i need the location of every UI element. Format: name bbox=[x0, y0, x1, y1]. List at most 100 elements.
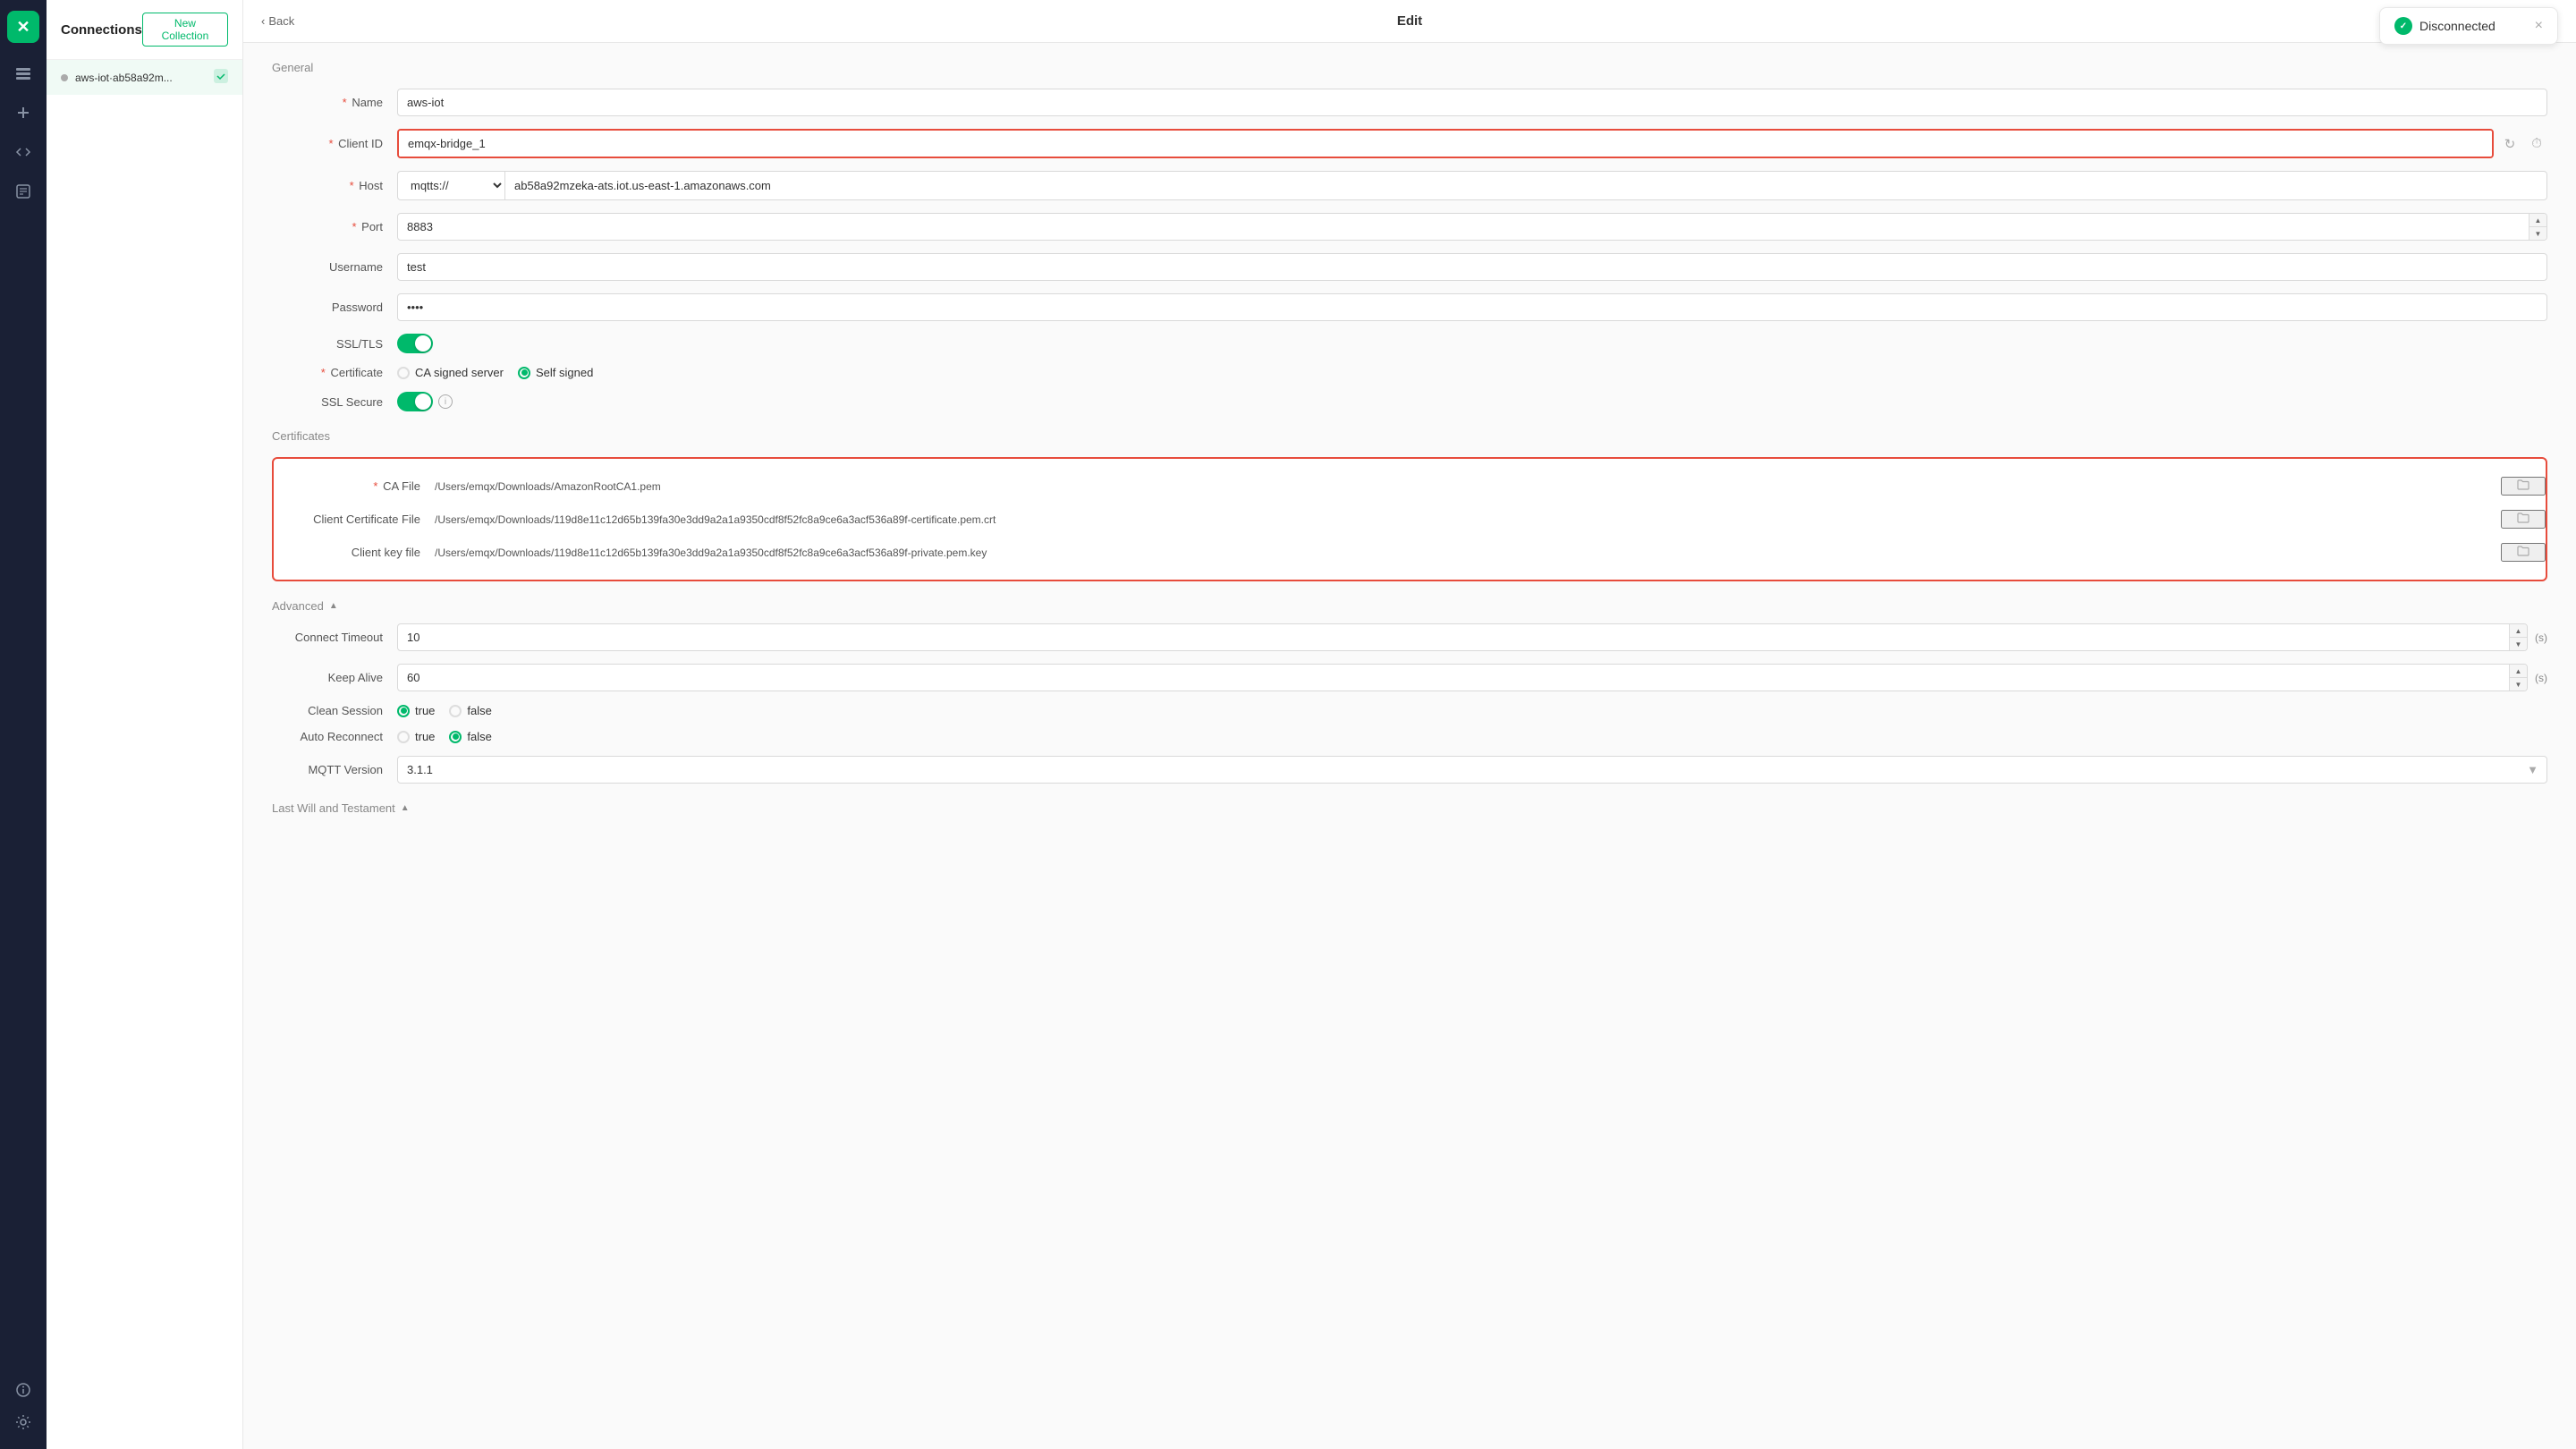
form-area: General * Name * Client ID ↻ ⏱ bbox=[243, 43, 2576, 1449]
new-collection-button[interactable]: New Collection bbox=[142, 13, 228, 47]
name-label: * Name bbox=[272, 96, 397, 109]
connections-icon bbox=[15, 65, 31, 81]
port-down-button[interactable]: ▼ bbox=[2529, 227, 2546, 240]
sidebar-item-connections[interactable] bbox=[7, 57, 39, 89]
port-input-wrapper: ▲ ▼ bbox=[397, 213, 2547, 241]
code-icon bbox=[15, 144, 31, 160]
add-icon bbox=[15, 105, 31, 121]
clean-session-false-radio[interactable]: false bbox=[449, 704, 491, 717]
username-label: Username bbox=[272, 260, 397, 274]
host-inputs: mqtts:// mqtt:// wss:// ws:// bbox=[397, 171, 2547, 200]
advanced-chevron-icon: ▲ bbox=[329, 601, 338, 611]
ssl-tls-toggle-knob bbox=[415, 335, 431, 352]
keep-alive-arrows: ▲ ▼ bbox=[2509, 665, 2527, 691]
ca-signed-radio[interactable]: CA signed server bbox=[397, 366, 504, 379]
back-label: Back bbox=[268, 14, 294, 28]
app-logo[interactable]: ✕ bbox=[7, 11, 39, 43]
keep-alive-label: Keep Alive bbox=[272, 671, 397, 684]
ssl-secure-label: SSL Secure bbox=[272, 395, 397, 409]
port-arrows: ▲ ▼ bbox=[2529, 214, 2546, 240]
mqtt-version-label: MQTT Version bbox=[272, 763, 397, 776]
certificates-section-title: Certificates bbox=[272, 429, 2547, 443]
certificates-section: Certificates * CA File /Users/emqx/Downl… bbox=[272, 429, 2547, 581]
certificate-row: * Certificate CA signed server Self sign… bbox=[272, 366, 2547, 379]
page-title: Edit bbox=[1397, 13, 1422, 29]
folder-icon-2 bbox=[2517, 512, 2529, 524]
last-will-header[interactable]: Last Will and Testament ▲ bbox=[272, 801, 2547, 815]
keep-alive-row: Keep Alive ▲ ▼ (s) bbox=[272, 664, 2547, 691]
info-icon bbox=[15, 1382, 31, 1398]
client-id-input[interactable] bbox=[399, 131, 2492, 157]
ca-file-browse-button[interactable] bbox=[2501, 477, 2546, 496]
name-input[interactable] bbox=[397, 89, 2547, 116]
sidebar-bottom bbox=[7, 1374, 39, 1438]
ssl-secure-toggle[interactable] bbox=[397, 392, 433, 411]
clean-session-row: Clean Session true false bbox=[272, 704, 2547, 717]
ssl-tls-toggle[interactable] bbox=[397, 334, 433, 353]
self-signed-radio-circle bbox=[518, 367, 530, 379]
connect-timeout-up-button[interactable]: ▲ bbox=[2509, 624, 2527, 638]
main-area: ‹ Back Edit Connect ✓ Disconnected × Gen… bbox=[243, 0, 2576, 1449]
ca-signed-radio-circle bbox=[397, 367, 410, 379]
back-chevron-icon: ‹ bbox=[261, 14, 265, 28]
left-panel: Connections New Collection aws-iot·ab58a… bbox=[47, 0, 243, 1449]
connect-timeout-label: Connect Timeout bbox=[272, 631, 397, 644]
username-input[interactable] bbox=[397, 253, 2547, 281]
clean-session-true-label: true bbox=[415, 704, 435, 717]
connection-name: aws-iot·ab58a92m... bbox=[75, 72, 173, 84]
username-row: Username bbox=[272, 253, 2547, 281]
connect-timeout-arrows: ▲ ▼ bbox=[2509, 624, 2527, 650]
host-protocol-select[interactable]: mqtts:// mqtt:// wss:// ws:// bbox=[397, 171, 504, 200]
self-signed-radio[interactable]: Self signed bbox=[518, 366, 593, 379]
sidebar-item-scripts[interactable] bbox=[7, 175, 39, 208]
sidebar-item-info[interactable] bbox=[7, 1374, 39, 1406]
connection-item[interactable]: aws-iot·ab58a92m... bbox=[47, 60, 242, 95]
sidebar-item-code[interactable] bbox=[7, 136, 39, 168]
auto-reconnect-row: Auto Reconnect true false bbox=[272, 730, 2547, 743]
ca-signed-label: CA signed server bbox=[415, 366, 504, 379]
last-will-chevron-icon: ▲ bbox=[401, 803, 410, 813]
keep-alive-input-wrapper: ▲ ▼ bbox=[397, 664, 2528, 691]
client-cert-label: Client Certificate File bbox=[274, 513, 435, 526]
host-row: * Host mqtts:// mqtt:// wss:// ws:// bbox=[272, 171, 2547, 200]
keep-alive-up-button[interactable]: ▲ bbox=[2509, 665, 2527, 678]
general-section-title: General bbox=[272, 61, 2547, 74]
close-banner-button[interactable]: × bbox=[2535, 18, 2543, 34]
client-cert-browse-button[interactable] bbox=[2501, 510, 2546, 529]
ssl-tls-row: SSL/TLS bbox=[272, 334, 2547, 353]
host-value-input[interactable] bbox=[504, 171, 2547, 200]
connection-badge bbox=[214, 69, 228, 86]
client-cert-value: /Users/emqx/Downloads/119d8e11c12d65b139… bbox=[435, 513, 2501, 526]
connect-timeout-down-button[interactable]: ▼ bbox=[2509, 638, 2527, 650]
clean-session-true-radio[interactable]: true bbox=[397, 704, 435, 717]
mqtt-version-select[interactable]: 3.1.1 3.1 5.0 bbox=[397, 756, 2547, 784]
auto-reconnect-false-radio[interactable]: false bbox=[449, 730, 491, 743]
back-button[interactable]: ‹ Back bbox=[261, 14, 294, 28]
copy-client-id-button[interactable]: ⏱ bbox=[2526, 136, 2547, 151]
logo-icon: ✕ bbox=[16, 18, 30, 37]
client-key-browse-button[interactable] bbox=[2501, 543, 2546, 562]
advanced-section-header[interactable]: Advanced ▲ bbox=[272, 599, 2547, 613]
auto-reconnect-false-label: false bbox=[467, 730, 491, 743]
auto-reconnect-true-radio[interactable]: true bbox=[397, 730, 435, 743]
keep-alive-down-button[interactable]: ▼ bbox=[2509, 678, 2527, 691]
sidebar-item-settings[interactable] bbox=[7, 1406, 39, 1438]
topbar: ‹ Back Edit Connect ✓ Disconnected × bbox=[243, 0, 2576, 43]
scripts-icon bbox=[15, 183, 31, 199]
connect-timeout-input[interactable] bbox=[397, 623, 2528, 651]
ssl-secure-info-icon[interactable]: i bbox=[438, 394, 453, 409]
port-input[interactable] bbox=[397, 213, 2547, 241]
port-row: * Port ▲ ▼ bbox=[272, 213, 2547, 241]
client-id-input-wrapper bbox=[397, 129, 2494, 158]
refresh-client-id-button[interactable]: ↻ bbox=[2499, 136, 2521, 152]
password-input[interactable] bbox=[397, 293, 2547, 321]
client-id-label: * Client ID bbox=[272, 137, 397, 150]
certificates-box: * CA File /Users/emqx/Downloads/AmazonRo… bbox=[272, 457, 2547, 581]
sidebar-item-add[interactable] bbox=[7, 97, 39, 129]
port-up-button[interactable]: ▲ bbox=[2529, 214, 2546, 227]
ca-file-value: /Users/emqx/Downloads/AmazonRootCA1.pem bbox=[435, 480, 2501, 493]
connect-timeout-row: Connect Timeout ▲ ▼ (s) bbox=[272, 623, 2547, 651]
client-key-value: /Users/emqx/Downloads/119d8e11c12d65b139… bbox=[435, 547, 2501, 559]
mqtt-version-row: MQTT Version 3.1.1 3.1 5.0 ▼ bbox=[272, 756, 2547, 784]
keep-alive-input[interactable] bbox=[397, 664, 2528, 691]
